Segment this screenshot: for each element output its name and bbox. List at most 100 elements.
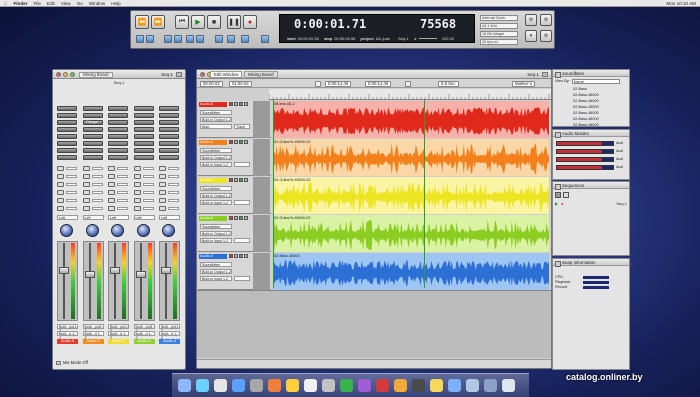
send-level[interactable]: [66, 175, 77, 178]
pan-knob[interactable]: [136, 224, 150, 237]
punch-button[interactable]: [146, 35, 154, 43]
snap-value-field[interactable]: 0.8 Sec: [438, 80, 459, 87]
edit-close-icon[interactable]: [200, 72, 205, 77]
record-button[interactable]: ●: [243, 15, 257, 29]
track-output-select[interactable]: Built-in Output 1-2: [200, 193, 232, 198]
dock-ical-icon[interactable]: [286, 379, 299, 392]
insert-slot[interactable]: [133, 134, 154, 139]
menu-go[interactable]: Go: [77, 1, 83, 6]
track-output-select[interactable]: Built-in Output 1-2: [200, 269, 232, 274]
fader-handle[interactable]: [59, 267, 69, 274]
channel-name-label[interactable]: Audio-5: [57, 339, 78, 344]
send-toggle[interactable]: [133, 206, 141, 211]
channel-name-label[interactable]: Audio-6: [133, 339, 155, 344]
menu-view[interactable]: View: [61, 1, 71, 6]
send-toggle[interactable]: [133, 174, 141, 179]
send-toggle[interactable]: [108, 206, 115, 211]
send-toggle[interactable]: [133, 166, 141, 171]
track-source-select[interactable]: Soundbites: [200, 110, 232, 115]
click-button[interactable]: [164, 35, 172, 43]
plugin-insert-label[interactable]: Flanger: [83, 120, 103, 125]
sync-button[interactable]: [196, 35, 204, 43]
send-toggle[interactable]: [82, 174, 90, 179]
pause-button[interactable]: ❚❚: [227, 15, 241, 29]
send-level[interactable]: [66, 191, 77, 194]
transport-expand-button[interactable]: ▾: [525, 30, 537, 42]
insert-slot[interactable]: [82, 148, 103, 153]
solo-icon[interactable]: [239, 254, 243, 258]
mute-button[interactable]: [227, 35, 235, 43]
edit-seq-select[interactable]: Seq-1: [527, 72, 539, 77]
send-toggle[interactable]: [108, 190, 115, 195]
soundbite-item[interactable]: 02-Bass: [573, 87, 627, 92]
track-lane[interactable]: 02-Guitar%-48000-02: [273, 177, 549, 214]
dock-documents-icon[interactable]: [484, 379, 497, 392]
mix-mode[interactable]: Mix Mode Off: [56, 360, 88, 365]
insert-slot[interactable]: [108, 106, 128, 111]
mixer-menu-icon[interactable]: [176, 71, 182, 77]
transport-option2-button[interactable]: ⚙: [540, 14, 552, 26]
play-button[interactable]: ▶: [191, 15, 205, 29]
audio-monitor-header[interactable]: Audio Monitor: [553, 130, 629, 138]
zoom-icon[interactable]: [70, 72, 75, 77]
insert-slot[interactable]: [108, 155, 128, 160]
insert-slot[interactable]: [133, 113, 154, 118]
send-toggle[interactable]: [82, 206, 90, 211]
track-lane[interactable]: 02-Guitar%-48000-02: [273, 215, 549, 252]
rewind-button[interactable]: ⏪: [135, 15, 149, 29]
insert-slot[interactable]: [57, 155, 77, 160]
send-level[interactable]: [91, 207, 103, 210]
menubar-clock[interactable]: Mon 10:10 AM: [666, 1, 696, 6]
send-toggle[interactable]: [108, 166, 115, 171]
send-level[interactable]: [66, 207, 77, 210]
marker-field[interactable]: Marker-1: [512, 80, 536, 87]
menu-file[interactable]: File: [34, 1, 41, 6]
mute-icon[interactable]: [244, 178, 248, 182]
send-toggle[interactable]: [133, 198, 141, 203]
send-toggle[interactable]: [108, 198, 115, 203]
send-level[interactable]: [168, 183, 179, 186]
insert-slot[interactable]: [108, 141, 128, 146]
project-value[interactable]: AD-junk: [376, 36, 390, 41]
send-toggle[interactable]: [57, 166, 64, 171]
timeline-ruler[interactable]: [268, 89, 551, 100]
dock-app5-icon[interactable]: [430, 379, 443, 392]
track-output-select[interactable]: Built-in Output 1-2: [200, 117, 232, 122]
input-monitor-icon[interactable]: [234, 216, 238, 220]
send-level[interactable]: [168, 167, 179, 170]
send-toggle[interactable]: [57, 190, 64, 195]
send-level[interactable]: [91, 175, 103, 178]
send-level[interactable]: [142, 207, 154, 210]
soundbite-item[interactable]: 02-Bass-48000: [573, 93, 627, 98]
insert-slot[interactable]: [57, 134, 77, 139]
soundbite-item[interactable]: 02-Bass-48000: [573, 117, 627, 122]
playhead[interactable]: [424, 100, 425, 288]
dock-system-icon[interactable]: [250, 379, 263, 392]
track-input-select[interactable]: Auto: [200, 124, 232, 129]
insert-slot[interactable]: [108, 113, 128, 118]
dock-mail-icon[interactable]: [214, 379, 227, 392]
channel-name-label[interactable]: Audio-4: [159, 339, 180, 344]
insert-slot[interactable]: [159, 113, 179, 118]
send-level[interactable]: [117, 191, 128, 194]
soundbite-item[interactable]: 02-Bass-48000: [573, 105, 627, 110]
transport-option3-button[interactable]: ⚙: [540, 30, 552, 42]
track-lane[interactable]: 08-test-08-2: [273, 101, 549, 138]
track-mode-select[interactable]: [234, 238, 250, 243]
track-lane[interactable]: 02-Bass-48000: [273, 253, 549, 290]
mixer-tab[interactable]: Mixing Board: [79, 71, 113, 78]
send-toggle[interactable]: [108, 182, 115, 187]
soundbite-item[interactable]: 02-Bass-48000: [573, 123, 627, 128]
insert-slot[interactable]: [133, 155, 154, 160]
send-toggle[interactable]: [82, 198, 90, 203]
input-monitor-icon[interactable]: [234, 140, 238, 144]
samples-readout[interactable]: 75568: [420, 17, 456, 31]
track-mode-select[interactable]: [234, 200, 250, 205]
solo-icon[interactable]: [239, 216, 243, 220]
dock-app2-icon[interactable]: [358, 379, 371, 392]
menu-finder[interactable]: Finder: [13, 1, 27, 6]
input-select[interactable]: Built-..d 1-2: [133, 331, 155, 340]
send-toggle[interactable]: [159, 198, 166, 203]
output-select[interactable]: Built-..put1-2: [57, 324, 78, 333]
sequence-add-icon[interactable]: [563, 192, 569, 198]
